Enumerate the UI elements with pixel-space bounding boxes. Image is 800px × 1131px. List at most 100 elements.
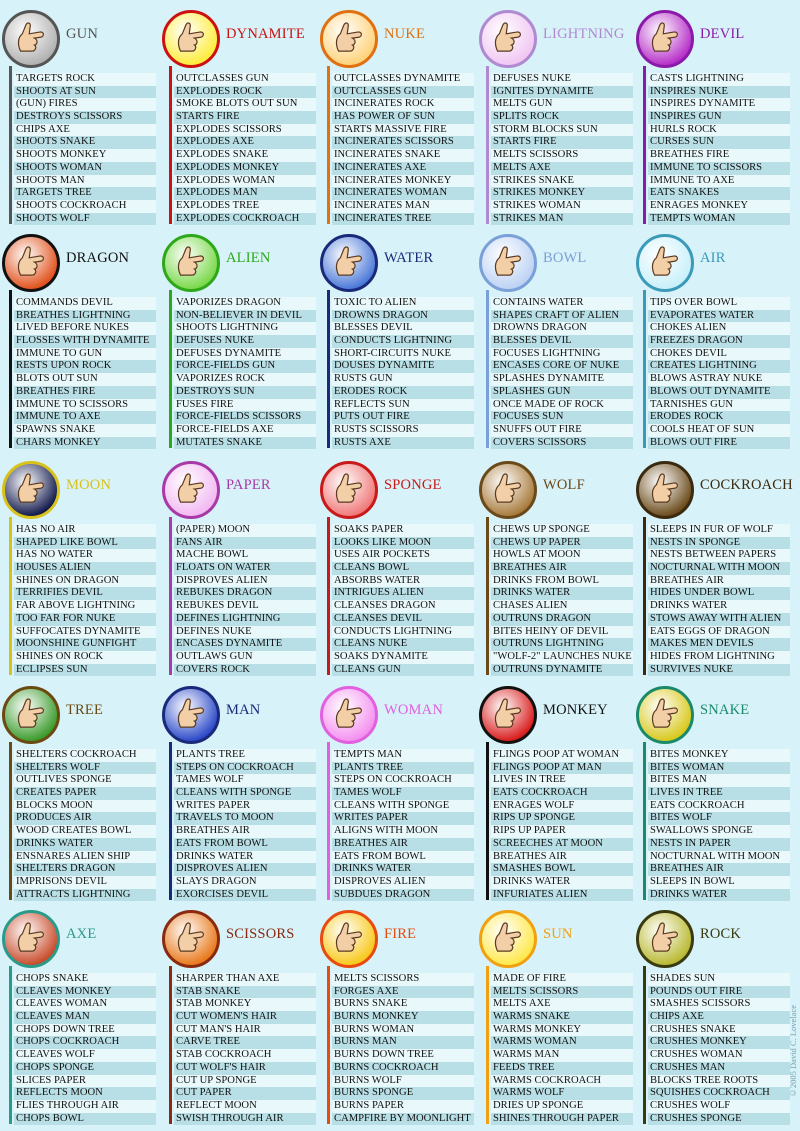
gesture-title: WOLF xyxy=(543,477,585,493)
interaction-item: ECLIPSES SUN xyxy=(14,663,156,677)
gesture-title: SNAKE xyxy=(700,702,750,718)
interaction-item: COVERS ROCK xyxy=(174,663,316,677)
interaction-item: SMOKE BLOTS OUT SUN xyxy=(174,98,316,112)
interaction-list: TIPS OVER BOWL EVAPORATES WATER CHOKES ALI… xyxy=(648,297,790,450)
interaction-item: REFLECT MOON xyxy=(174,1099,316,1113)
spread-hand-icon xyxy=(479,910,537,968)
interaction-item: DRINKS WATER xyxy=(491,875,633,889)
interaction-item: SHOOTS WOMAN xyxy=(14,161,156,175)
gesture-cell-water: WATER TOXIC TO ALIEN DROWNS DRAGON BLESSES … xyxy=(318,224,475,450)
interaction-list: VAPORIZES DRAGON NON-BELIEVER IN DEVIL SHO… xyxy=(174,297,316,450)
gesture-title: COCKROACH xyxy=(700,477,793,493)
interaction-item: EXPLODES MONKEY xyxy=(174,161,316,175)
interaction-item: CHARS MONKEY xyxy=(14,436,156,450)
interaction-item: BURNS MAN xyxy=(332,1036,474,1050)
crawling-hand-icon xyxy=(636,461,694,519)
interaction-list: COMMANDS DEVIL BREATHES LIGHTNING LIVED BE… xyxy=(14,297,156,450)
interaction-item: SCREECHES AT MOON xyxy=(491,837,633,851)
interaction-item: EXPLODES TREE xyxy=(174,199,316,213)
interaction-item: CONDUCTS LIGHTNING xyxy=(332,335,474,348)
interaction-item: FLOSSES WITH DYNAMITE xyxy=(14,335,156,348)
interaction-item: WARMS MONKEY xyxy=(491,1023,633,1037)
interaction-item: STOWS AWAY WITH ALIEN xyxy=(648,612,790,626)
interaction-item: INSPIRES NUKE xyxy=(648,85,790,99)
gesture-cell-axe: AXE CHOPS SNAKE CLEAVES MONKEY CLEAVES WOMA… xyxy=(0,900,157,1126)
gesture-cell-man: MAN PLANTS TREE STEPS ON COCKROACH TAMES WO… xyxy=(160,676,317,902)
interaction-item: STAB SNAKE xyxy=(174,985,316,999)
interaction-item: CHOPS SNAKE xyxy=(14,973,156,986)
interaction-item: CHOPS DOWN TREE xyxy=(14,1023,156,1037)
dragon-hand-icon xyxy=(2,234,60,292)
chop-hand-icon xyxy=(2,910,60,968)
gesture-cell-wolf: WOLF CHEWS UP SPONGE CHEWS UP PAPER HOWLS A… xyxy=(477,451,634,677)
interaction-item: NESTS BETWEEN PAPERS xyxy=(648,549,790,563)
interaction-item: MACHE BOWL xyxy=(174,549,316,563)
interaction-item: BLOWS OUT FIRE xyxy=(648,436,790,450)
interaction-item: SHARPER THAN AXE xyxy=(174,973,316,986)
interaction-item: TARGETS TREE xyxy=(14,187,156,200)
gesture-rail xyxy=(169,966,172,1124)
interaction-item: BURNS SNAKE xyxy=(332,998,474,1012)
interaction-item: REBUKES DRAGON xyxy=(174,587,316,601)
interaction-item: IMMUNE TO AXE xyxy=(648,174,790,188)
gesture-title: SPONGE xyxy=(384,477,442,493)
interaction-item: MAKES MEN DEVILS xyxy=(648,638,790,651)
interaction-item: SLEEPS IN FUR OF WOLF xyxy=(648,524,790,537)
interaction-item: LIVED BEFORE NUKES xyxy=(14,322,156,336)
interaction-item: CHEWS UP PAPER xyxy=(491,536,633,550)
interaction-item: BREATHES AIR xyxy=(174,825,316,838)
interaction-item: ENCASES CORE OF NUKE xyxy=(491,360,633,374)
interaction-item: BURNS MONKEY xyxy=(332,1011,474,1024)
interaction-item: CONDUCTS LIGHTNING xyxy=(332,625,474,639)
gesture-title: ALIEN xyxy=(226,250,271,266)
gesture-cell-moon: MOON HAS NO AIR SHAPED LIKE BOWL HAS NO WAT… xyxy=(0,451,157,677)
interaction-list: HAS NO AIR SHAPED LIKE BOWL HAS NO WATER HO… xyxy=(14,524,156,677)
graceful-hand-icon xyxy=(320,686,378,744)
interaction-item: CREATES LIGHTNING xyxy=(648,360,790,374)
gesture-cell-dynamite: DYNAMITE OUTCLASSES GUN EXPLODES ROCK SMOKE… xyxy=(160,0,317,226)
interaction-item: OUTRUNS LIGHTNING xyxy=(491,638,633,651)
interaction-item: ABSORBS WATER xyxy=(332,574,474,588)
gesture-grid: GUN TARGETS ROCK SHOOTS AT SUN (GUN) FIRES D… xyxy=(0,0,800,1131)
interaction-item: BREATHES AIR xyxy=(332,837,474,851)
gesture-title: MAN xyxy=(226,702,261,718)
interaction-item: OUTRUNS DRAGON xyxy=(491,612,633,626)
interaction-item: BITES WOMAN xyxy=(648,761,790,775)
interaction-list: SHADES SUN POUNDS OUT FIRE SMASHES SCISSOR… xyxy=(648,973,790,1126)
raised-fingers-icon xyxy=(320,910,378,968)
interaction-item: CONTAINS WATER xyxy=(491,297,633,310)
interaction-item: CURSES SUN xyxy=(648,136,790,150)
gesture-rail xyxy=(169,66,172,224)
interaction-item: VAPORIZES DRAGON xyxy=(174,297,316,310)
interaction-item: FLINGS POOP AT WOMAN xyxy=(491,749,633,762)
interaction-item: WOOD CREATES BOWL xyxy=(14,825,156,838)
gesture-title: SCISSORS xyxy=(226,926,295,942)
gesture-title: BOWL xyxy=(543,250,587,266)
interaction-item: SHINES ON ROCK xyxy=(14,650,156,664)
interaction-item: NOCTURNAL WITH MOON xyxy=(648,850,790,864)
interaction-item: FORGES AXE xyxy=(332,985,474,999)
interaction-item: POUNDS OUT FIRE xyxy=(648,985,790,999)
interaction-item: MADE OF FIRE xyxy=(491,973,633,986)
interaction-item: SUFFOCATES DYNAMITE xyxy=(14,625,156,639)
interaction-item: SWISH THROUGH AIR xyxy=(174,1112,316,1126)
interaction-item: INCINERATES AXE xyxy=(332,161,474,175)
interaction-item: IMMUNE TO AXE xyxy=(14,411,156,424)
interaction-item: INSPIRES DYNAMITE xyxy=(648,98,790,112)
gesture-cell-rock: ROCK SHADES SUN POUNDS OUT FIRE SMASHES SCI… xyxy=(634,900,791,1126)
gesture-title: AXE xyxy=(66,926,97,942)
interaction-item: SOAKS PAPER xyxy=(332,524,474,537)
gesture-cell-alien: ALIEN VAPORIZES DRAGON NON-BELIEVER IN DEV… xyxy=(160,224,317,450)
interaction-item: CUT PAPER xyxy=(174,1087,316,1100)
interaction-item: RUSTS SCISSORS xyxy=(332,423,474,437)
gesture-rail xyxy=(327,290,330,448)
vulcan-hand-icon xyxy=(162,234,220,292)
interaction-item: EATS COCKROACH xyxy=(648,799,790,813)
interaction-item: SHOOTS MAN xyxy=(14,174,156,188)
interaction-item: NESTS IN PAPER xyxy=(648,837,790,851)
gesture-rail xyxy=(9,517,12,675)
interaction-item: SPLASHES DYNAMITE xyxy=(491,373,633,386)
gesture-title: WATER xyxy=(384,250,434,266)
curled-hand-icon xyxy=(479,686,537,744)
interaction-item: CUT WOLF'S HAIR xyxy=(174,1061,316,1075)
